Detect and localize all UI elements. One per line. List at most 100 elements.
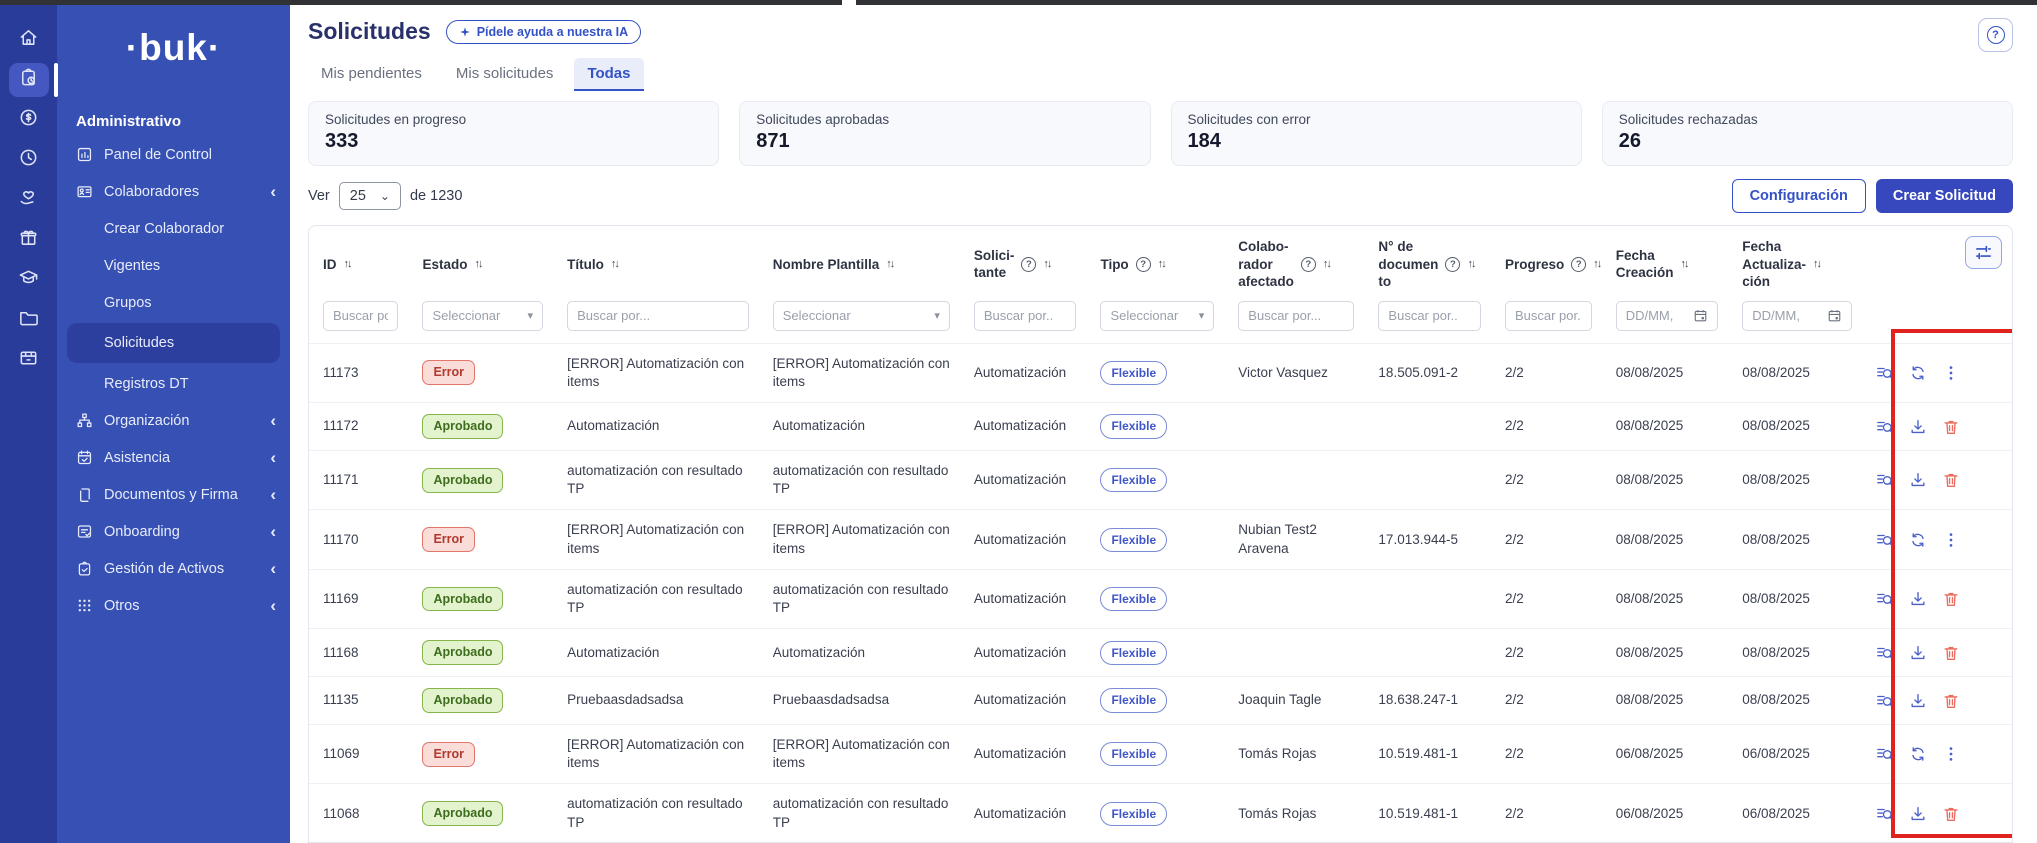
filter-solicitante-input[interactable] bbox=[974, 301, 1077, 331]
sidebar-item-grupos[interactable]: Grupos bbox=[57, 284, 290, 321]
table-row[interactable]: 11171 Aprobado automatización con result… bbox=[309, 450, 2012, 509]
sidebar-item-otros[interactable]: Otros ‹ bbox=[57, 587, 290, 624]
sidebar-item-asistencia[interactable]: Asistencia ‹ bbox=[57, 439, 290, 476]
rail-item-files[interactable] bbox=[9, 303, 49, 337]
filter-tipo-select[interactable]: Seleccionar▾ bbox=[1100, 301, 1214, 331]
search-list-icon[interactable] bbox=[1876, 471, 1894, 489]
refresh-icon[interactable] bbox=[1909, 745, 1927, 763]
sort-icon[interactable]: ↑↓ bbox=[1681, 258, 1688, 270]
sort-icon[interactable]: ↑↓ bbox=[611, 258, 618, 270]
table-row[interactable]: 11135 Aprobado Pruebaasdadsadsa Pruebaas… bbox=[309, 677, 2012, 725]
kebab-menu-icon[interactable] bbox=[1942, 745, 1960, 763]
sort-icon[interactable]: ↑↓ bbox=[1593, 258, 1600, 270]
trash-icon[interactable] bbox=[1942, 805, 1960, 823]
sort-icon[interactable]: ↑↓ bbox=[1158, 258, 1165, 270]
download-icon[interactable] bbox=[1909, 590, 1927, 608]
rail-item-time[interactable] bbox=[9, 143, 49, 177]
filter-plantilla-select[interactable]: Seleccionar▾ bbox=[773, 301, 950, 331]
configuracion-button[interactable]: Configuración bbox=[1732, 179, 1866, 213]
page-size-select[interactable]: 25 ⌄ bbox=[339, 182, 401, 210]
rail-item-payments[interactable] bbox=[9, 103, 49, 137]
refresh-icon[interactable] bbox=[1909, 531, 1927, 549]
filter-fecha-creacion-input[interactable]: DD/MM, bbox=[1616, 301, 1719, 331]
table-row[interactable]: 11170 Error [ERROR] Automatización con i… bbox=[309, 510, 2012, 569]
trash-icon[interactable] bbox=[1942, 644, 1960, 662]
chevron-collapse-icon[interactable]: ‹ bbox=[270, 486, 276, 503]
search-list-icon[interactable] bbox=[1876, 418, 1894, 436]
table-row[interactable]: 11168 Aprobado Automatización Automatiza… bbox=[309, 629, 2012, 677]
column-settings-button[interactable] bbox=[1965, 236, 2002, 269]
filter-documento-input[interactable] bbox=[1378, 301, 1481, 331]
search-list-icon[interactable] bbox=[1876, 692, 1894, 710]
table-row[interactable]: 11068 Aprobado automatización con result… bbox=[309, 784, 2012, 843]
rail-item-wellness[interactable] bbox=[9, 183, 49, 217]
crear-solicitud-button[interactable]: Crear Solicitud bbox=[1876, 179, 2013, 213]
search-list-icon[interactable] bbox=[1876, 590, 1894, 608]
sort-icon[interactable]: ↑↓ bbox=[474, 258, 481, 270]
chevron-collapse-icon[interactable]: ‹ bbox=[270, 449, 276, 466]
sidebar-item-gestion-de-activos[interactable]: Gestión de Activos ‹ bbox=[57, 550, 290, 587]
rail-item-training[interactable] bbox=[9, 263, 49, 297]
table-row[interactable]: 11172 Aprobado Automatización Automatiza… bbox=[309, 403, 2012, 451]
sidebar-item-colaboradores[interactable]: Colaboradores ‹ bbox=[57, 173, 290, 210]
help-icon[interactable]: ? bbox=[1136, 257, 1151, 272]
table-row[interactable]: 11173 Error [ERROR] Automatización con i… bbox=[309, 343, 2012, 402]
chevron-collapse-icon[interactable]: ‹ bbox=[270, 183, 276, 200]
download-icon[interactable] bbox=[1909, 644, 1927, 662]
sidebar-item-crear-colaborador[interactable]: Crear Colaborador bbox=[57, 210, 290, 247]
tab-todas[interactable]: Todas bbox=[574, 58, 643, 91]
help-icon[interactable]: ? bbox=[1571, 257, 1586, 272]
search-list-icon[interactable] bbox=[1876, 531, 1894, 549]
kebab-menu-icon[interactable] bbox=[1942, 531, 1960, 549]
search-list-icon[interactable] bbox=[1876, 745, 1894, 763]
chevron-collapse-icon[interactable]: ‹ bbox=[270, 523, 276, 540]
kebab-menu-icon[interactable] bbox=[1942, 364, 1960, 382]
download-icon[interactable] bbox=[1909, 418, 1927, 436]
chevron-collapse-icon[interactable]: ‹ bbox=[270, 412, 276, 429]
filter-progreso-input[interactable] bbox=[1505, 301, 1592, 331]
filter-estado-select[interactable]: Seleccionar▾ bbox=[422, 301, 543, 331]
ai-help-button[interactable]: Pídele ayuda a nuestra IA bbox=[446, 20, 641, 44]
table-row[interactable]: 11169 Aprobado automatización con result… bbox=[309, 569, 2012, 628]
sidebar-item-documentos-y-firma[interactable]: Documentos y Firma ‹ bbox=[57, 476, 290, 513]
download-icon[interactable] bbox=[1909, 805, 1927, 823]
sort-icon[interactable]: ↑↓ bbox=[1043, 258, 1050, 270]
sidebar-item-solicitudes[interactable]: Solicitudes bbox=[67, 323, 280, 363]
filter-fecha-actualizacion-input[interactable]: DD/MM, bbox=[1742, 301, 1851, 331]
help-button[interactable]: ? bbox=[1978, 18, 2013, 52]
sidebar-item-vigentes[interactable]: Vigentes bbox=[57, 247, 290, 284]
filter-colaborador-input[interactable] bbox=[1238, 301, 1354, 331]
trash-icon[interactable] bbox=[1942, 471, 1960, 489]
rail-item-company[interactable] bbox=[9, 343, 49, 377]
sidebar-item-onboarding[interactable]: Onboarding ‹ bbox=[57, 513, 290, 550]
trash-icon[interactable] bbox=[1942, 418, 1960, 436]
download-icon[interactable] bbox=[1909, 471, 1927, 489]
search-list-icon[interactable] bbox=[1876, 805, 1894, 823]
help-icon[interactable]: ? bbox=[1021, 257, 1036, 272]
tab-mis-solicitudes[interactable]: Mis solicitudes bbox=[443, 58, 567, 91]
sort-icon[interactable]: ↑↓ bbox=[886, 258, 893, 270]
sidebar-item-registros-dt[interactable]: Registros DT bbox=[57, 365, 290, 402]
rail-item-home[interactable] bbox=[9, 23, 49, 57]
sort-icon[interactable]: ↑↓ bbox=[1323, 258, 1330, 270]
chevron-collapse-icon[interactable]: ‹ bbox=[270, 597, 276, 614]
chevron-collapse-icon[interactable]: ‹ bbox=[270, 560, 276, 577]
rail-item-benefits[interactable] bbox=[9, 223, 49, 257]
help-icon[interactable]: ? bbox=[1445, 257, 1460, 272]
sidebar-item-organizacion[interactable]: Organización ‹ bbox=[57, 402, 290, 439]
sort-icon[interactable]: ↑↓ bbox=[344, 258, 351, 270]
search-list-icon[interactable] bbox=[1876, 644, 1894, 662]
tab-mis-pendientes[interactable]: Mis pendientes bbox=[308, 58, 435, 91]
rail-item-solicitudes[interactable] bbox=[9, 63, 49, 97]
filter-titulo-input[interactable] bbox=[567, 301, 749, 331]
sidebar-item-panel-de-control[interactable]: Panel de Control bbox=[57, 136, 290, 173]
trash-icon[interactable] bbox=[1942, 692, 1960, 710]
refresh-icon[interactable] bbox=[1909, 364, 1927, 382]
sort-icon[interactable]: ↑↓ bbox=[1813, 258, 1820, 270]
trash-icon[interactable] bbox=[1942, 590, 1960, 608]
sort-icon[interactable]: ↑↓ bbox=[1467, 258, 1474, 270]
help-icon[interactable]: ? bbox=[1301, 257, 1316, 272]
filter-id-input[interactable] bbox=[323, 301, 398, 331]
table-row[interactable]: 11069 Error [ERROR] Automatización con i… bbox=[309, 725, 2012, 784]
search-list-icon[interactable] bbox=[1876, 364, 1894, 382]
